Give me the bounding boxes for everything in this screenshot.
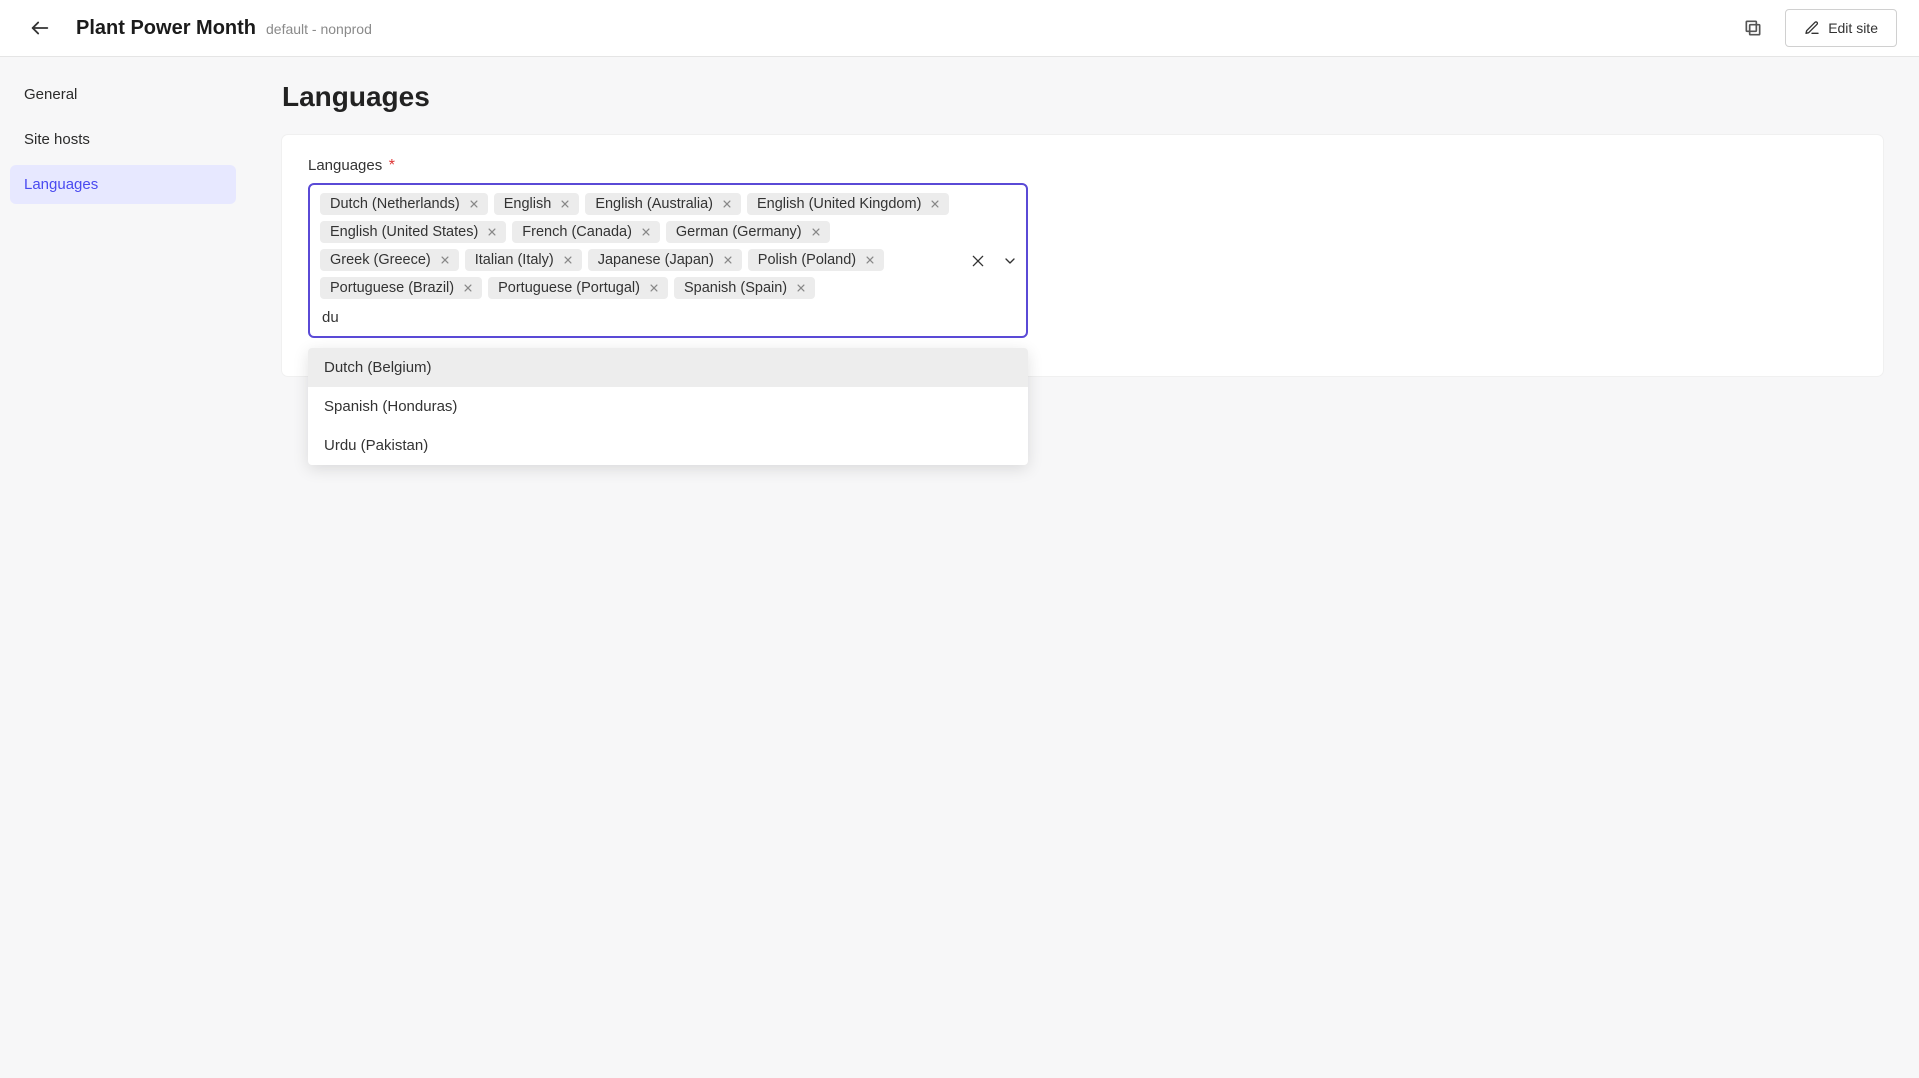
- back-button[interactable]: [22, 10, 58, 46]
- language-chip: English (Australia): [585, 193, 741, 215]
- languages-multiselect[interactable]: Dutch (Netherlands) English English (Austr…: [308, 183, 1028, 338]
- close-icon: [970, 253, 986, 269]
- sidebar-item-site-hosts[interactable]: Site hosts: [10, 120, 236, 159]
- close-icon: [811, 227, 821, 237]
- language-chip: Portuguese (Portugal): [488, 277, 668, 299]
- close-icon: [796, 283, 806, 293]
- language-chip: English (United Kingdom): [747, 193, 949, 215]
- dropdown-option-label: Spanish (Honduras): [324, 398, 457, 415]
- copy-icon: [1743, 18, 1763, 38]
- close-icon: [649, 283, 659, 293]
- dropdown-option[interactable]: Urdu (Pakistan): [308, 426, 1028, 465]
- language-chip: German (Germany): [666, 221, 830, 243]
- dropdown-toggle[interactable]: [1002, 253, 1018, 269]
- field-label-row: Languages *: [308, 157, 1857, 175]
- language-chip: Portuguese (Brazil): [320, 277, 482, 299]
- close-icon: [560, 199, 570, 209]
- sidebar-item-languages[interactable]: Languages: [10, 165, 236, 204]
- edit-site-label: Edit site: [1828, 20, 1878, 36]
- language-chip: English (United States): [320, 221, 506, 243]
- top-bar: Plant Power Month default - nonprod Edit…: [0, 0, 1919, 57]
- sidebar-item-label: General: [24, 86, 77, 103]
- language-chip-label: English (Australia): [595, 196, 713, 212]
- close-icon: [487, 227, 497, 237]
- language-chip: Spanish (Spain): [674, 277, 815, 299]
- page-title: Languages: [282, 81, 1883, 113]
- language-chip-label: English (United Kingdom): [757, 196, 921, 212]
- sidebar-item-label: Languages: [24, 176, 98, 193]
- language-chip-label: German (Germany): [676, 224, 802, 240]
- remove-chip-button[interactable]: [927, 196, 943, 212]
- multiselect-controls: [970, 183, 1018, 338]
- close-icon: [723, 255, 733, 265]
- language-chip-label: French (Canada): [522, 224, 632, 240]
- close-icon: [722, 199, 732, 209]
- close-icon: [469, 199, 479, 209]
- close-icon: [865, 255, 875, 265]
- title-wrap: Plant Power Month default - nonprod: [76, 17, 372, 40]
- language-chip: Dutch (Netherlands): [320, 193, 488, 215]
- language-chip-label: Portuguese (Portugal): [498, 280, 640, 296]
- languages-dropdown: Dutch (Belgium) Spanish (Honduras) Urdu (P…: [308, 348, 1028, 465]
- selected-chip-list: Dutch (Netherlands) English English (Austr…: [320, 193, 970, 330]
- remove-chip-button[interactable]: [638, 224, 654, 240]
- language-chip-label: Polish (Poland): [758, 252, 856, 268]
- remove-chip-button[interactable]: [484, 224, 500, 240]
- languages-field-label: Languages: [308, 157, 382, 174]
- dropdown-option[interactable]: Spanish (Honduras): [308, 387, 1028, 426]
- close-icon: [440, 255, 450, 265]
- languages-search-input[interactable]: [320, 305, 523, 330]
- languages-card: Languages * Dutch (Netherlands) English En…: [282, 135, 1883, 376]
- remove-chip-button[interactable]: [720, 252, 736, 268]
- close-icon: [563, 255, 573, 265]
- remove-chip-button[interactable]: [460, 280, 476, 296]
- copy-button[interactable]: [1733, 8, 1773, 48]
- remove-chip-button[interactable]: [808, 224, 824, 240]
- language-chip: French (Canada): [512, 221, 660, 243]
- close-icon: [930, 199, 940, 209]
- language-chip: Japanese (Japan): [588, 249, 742, 271]
- site-title: Plant Power Month: [76, 17, 256, 40]
- languages-multiselect-wrap: Dutch (Netherlands) English English (Austr…: [308, 183, 1028, 338]
- language-chip: English: [494, 193, 580, 215]
- close-icon: [641, 227, 651, 237]
- remove-chip-button[interactable]: [437, 252, 453, 268]
- dropdown-option-label: Urdu (Pakistan): [324, 437, 428, 454]
- sidebar-item-general[interactable]: General: [10, 75, 236, 114]
- edit-site-button[interactable]: Edit site: [1785, 9, 1897, 47]
- remove-chip-button[interactable]: [560, 252, 576, 268]
- main-panel: Languages Languages * Dutch (Netherlands…: [246, 57, 1919, 1078]
- remove-chip-button[interactable]: [646, 280, 662, 296]
- language-chip-label: Japanese (Japan): [598, 252, 714, 268]
- remove-chip-button[interactable]: [466, 196, 482, 212]
- required-marker: *: [389, 157, 395, 174]
- language-chip: Greek (Greece): [320, 249, 459, 271]
- language-chip-label: Portuguese (Brazil): [330, 280, 454, 296]
- language-chip-label: Greek (Greece): [330, 252, 431, 268]
- pencil-icon: [1804, 20, 1820, 36]
- sidebar: General Site hosts Languages: [0, 57, 246, 1078]
- remove-chip-button[interactable]: [719, 196, 735, 212]
- language-chip-label: English (United States): [330, 224, 478, 240]
- arrow-left-icon: [29, 17, 51, 39]
- dropdown-option[interactable]: Dutch (Belgium): [308, 348, 1028, 387]
- site-subtitle: default - nonprod: [266, 21, 372, 37]
- language-chip-label: Spanish (Spain): [684, 280, 787, 296]
- sidebar-item-label: Site hosts: [24, 131, 90, 148]
- remove-chip-button[interactable]: [862, 252, 878, 268]
- remove-chip-button[interactable]: [557, 196, 573, 212]
- language-chip-label: English: [504, 196, 552, 212]
- language-chip: Polish (Poland): [748, 249, 884, 271]
- close-icon: [463, 283, 473, 293]
- language-chip-label: Dutch (Netherlands): [330, 196, 460, 212]
- remove-chip-button[interactable]: [793, 280, 809, 296]
- language-chip-label: Italian (Italy): [475, 252, 554, 268]
- language-chip: Italian (Italy): [465, 249, 582, 271]
- chevron-down-icon: [1002, 253, 1018, 269]
- dropdown-option-label: Dutch (Belgium): [324, 359, 432, 376]
- clear-all-button[interactable]: [970, 253, 986, 269]
